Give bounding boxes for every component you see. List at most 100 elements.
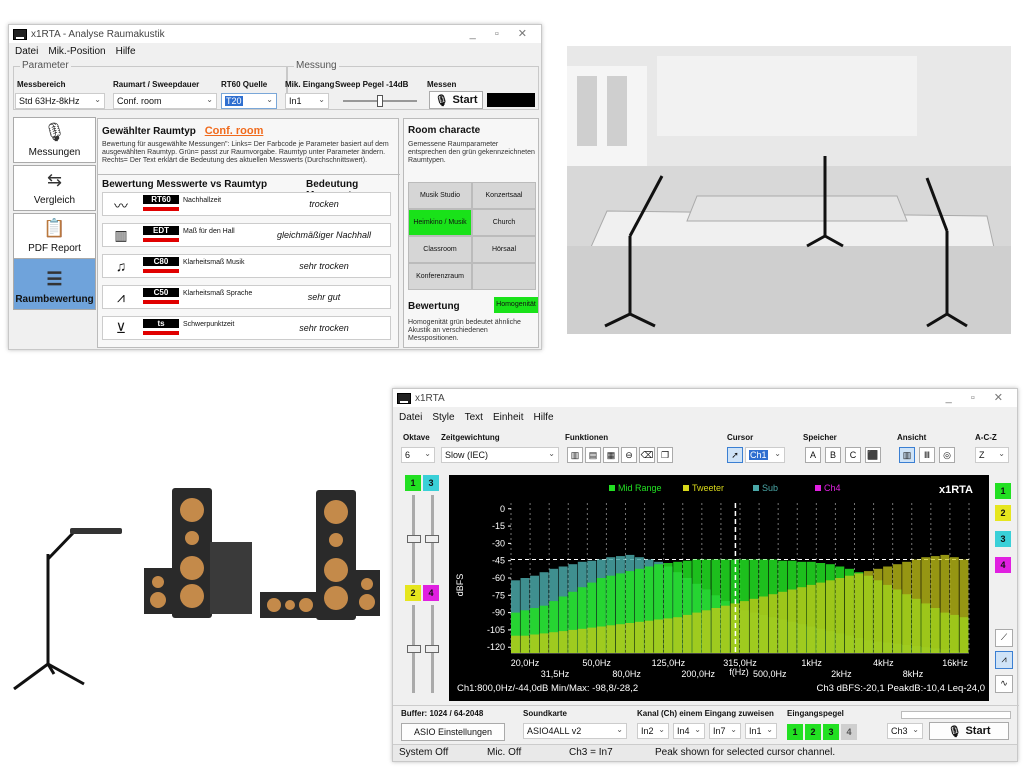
x-tick-label: 20,0Hz xyxy=(511,658,540,668)
impulse-icon[interactable]: ⩘ xyxy=(995,651,1013,669)
room-type-konferenzraum[interactable]: Konferenzraum xyxy=(408,263,472,290)
memory-c-button[interactable]: C xyxy=(845,447,861,463)
bar-tweeter xyxy=(539,633,549,653)
level-label: 3 xyxy=(828,727,834,737)
x-axis-label: f(Hz) xyxy=(729,667,749,677)
tab-pdf-report[interactable]: 📋 PDF Report xyxy=(13,213,96,259)
channel-2-toggle[interactable]: 2 xyxy=(995,505,1011,521)
channel-2-input-select[interactable]: In4 ⌄ xyxy=(673,723,705,739)
room-type-empty[interactable] xyxy=(472,263,536,290)
list-item-c80[interactable]: ♫ C80 Klarheitsmaß Musik sehr trocken xyxy=(102,254,391,278)
bars-compare-icon[interactable]: ▦ xyxy=(603,447,619,463)
channel-faders-top[interactable] xyxy=(407,495,441,583)
menu-text[interactable]: Text xyxy=(465,412,483,423)
channel-3-input-select[interactable]: In7 ⌄ xyxy=(709,723,741,739)
room-type-konzertsaal[interactable]: Konzertsaal xyxy=(472,182,536,209)
line-graph-icon[interactable]: ⟋ xyxy=(995,629,1013,647)
view-thin-bars-icon[interactable]: Ⅲ xyxy=(919,447,935,463)
window-title: x1RTA xyxy=(415,392,445,404)
tab-raumbewertung[interactable]: ☰ Raumbewertung xyxy=(13,258,96,310)
raumart-select[interactable]: Conf. room ⌄ xyxy=(113,93,217,109)
messbereich-select[interactable]: Std 63Hz-8kHz ⌄ xyxy=(15,93,105,109)
room-type-church[interactable]: Church xyxy=(472,209,536,236)
view-bars-icon[interactable]: ▥ xyxy=(899,447,915,463)
window-controls[interactable]: _ ▫ ✕ xyxy=(470,27,535,40)
asio-settings-button[interactable]: ASIO Einstellungen xyxy=(401,723,505,741)
copy-icon[interactable]: ❐ xyxy=(657,447,673,463)
status-bar-red xyxy=(143,238,179,242)
room-type-hoersaal[interactable]: Hörsaal xyxy=(472,236,536,263)
cursor-pointer-icon[interactable]: ➚ xyxy=(727,447,743,463)
delete-icon[interactable]: ⌫ xyxy=(639,447,655,463)
list-item-c50[interactable]: ⩘ C50 Klarheitsmaß Sprache sehr gut xyxy=(102,285,391,309)
bar-tweeter xyxy=(625,623,635,653)
memory-c-label: C xyxy=(849,450,857,460)
fader-thumb[interactable] xyxy=(425,535,439,543)
rt60-source-select[interactable]: T20 ⌄ xyxy=(221,93,277,109)
tab-messungen[interactable]: 🎙 Messungen xyxy=(13,117,96,163)
room-type-heimkino[interactable]: Heimkino / Musik xyxy=(408,209,472,236)
chevron-down-icon: ⌄ xyxy=(774,449,781,458)
bars-icon[interactable]: ▤ xyxy=(585,447,601,463)
menu-hilfe[interactable]: Hilfe xyxy=(116,46,136,57)
window-controls[interactable]: _ ▫ ✕ xyxy=(946,391,1011,404)
memory-export-icon[interactable]: ⬛ xyxy=(865,447,881,463)
channel-1-toggle[interactable]: 1 xyxy=(995,483,1011,499)
channel-2-badge[interactable]: 2 xyxy=(405,585,421,601)
list-item-ts[interactable]: ⊻ ts Schwerpunktzeit sehr trocken xyxy=(102,316,391,340)
menu-datei[interactable]: Datei xyxy=(399,412,422,423)
view-3d-icon[interactable]: ◎ xyxy=(939,447,955,463)
mic-input-select[interactable]: In1 ⌄ xyxy=(285,93,329,109)
asio-settings-label: ASIO Einstellungen xyxy=(413,727,493,737)
sine-wave-icon[interactable]: ∿ xyxy=(995,675,1013,693)
room-type-musik-studio[interactable]: Musik Studio xyxy=(408,182,472,209)
menu-datei[interactable]: Datei xyxy=(15,46,38,57)
slider-thumb[interactable] xyxy=(377,95,383,107)
start-button[interactable]: 🎙 Start xyxy=(929,722,1009,740)
menu-mik-position[interactable]: Mik.-Position xyxy=(48,46,105,57)
rta-chart[interactable]: x1RTA Mid Range Tweeter Sub Ch4 0 -15 -30 -45 -… xyxy=(449,475,989,701)
bar-tweeter xyxy=(587,627,597,653)
y-axis-label: dBFS xyxy=(455,574,465,597)
x-tick-label: 500,0Hz xyxy=(753,669,787,679)
channel-faders-bottom[interactable] xyxy=(407,605,441,693)
fader-thumb[interactable] xyxy=(407,645,421,653)
memory-b-button[interactable]: B xyxy=(825,447,841,463)
menu-hilfe[interactable]: Hilfe xyxy=(534,412,554,423)
weighting-select[interactable]: Z ⌄ xyxy=(975,447,1009,463)
menu-einheit[interactable]: Einheit xyxy=(493,412,524,423)
microphone-icon: 🎙 xyxy=(43,122,66,142)
room-type-classroom[interactable]: Classroom xyxy=(408,236,472,263)
channel-4-badge[interactable]: 4 xyxy=(423,585,439,601)
sweep-level-slider[interactable] xyxy=(343,95,417,107)
fader-thumb[interactable] xyxy=(407,535,421,543)
start-channel-select[interactable]: Ch3 ⌄ xyxy=(887,723,923,739)
oktave-select[interactable]: 6 ⌄ xyxy=(401,447,435,463)
divider xyxy=(98,174,400,175)
soundcard-select[interactable]: ASIO4ALL v2 ⌄ xyxy=(523,723,627,739)
channel-3-toggle[interactable]: 3 xyxy=(995,531,1011,547)
memory-a-button[interactable]: A xyxy=(805,447,821,463)
channel-1-badge[interactable]: 1 xyxy=(405,475,421,491)
start-measure-button[interactable]: 🎙 Start xyxy=(429,91,483,109)
messbereich-label: Messbereich xyxy=(17,80,66,89)
x-tick-label: 16kHz xyxy=(942,658,968,668)
channel-label: 4 xyxy=(1000,560,1006,570)
minus-circle-icon[interactable]: ⊖ xyxy=(621,447,637,463)
fader-thumb[interactable] xyxy=(425,645,439,653)
status-badge: Homogenität xyxy=(494,297,538,313)
channel-4-input-select[interactable]: In1 ⌄ xyxy=(745,723,777,739)
bar-tweeter xyxy=(511,635,520,653)
bar-chart-icon[interactable]: ▥ xyxy=(567,447,583,463)
tab-vergleich[interactable]: ⇆ Vergleich xyxy=(13,165,96,211)
channel-4-toggle[interactable]: 4 xyxy=(995,557,1011,573)
menu-style[interactable]: Style xyxy=(432,412,454,423)
channel-3-badge[interactable]: 3 xyxy=(423,475,439,491)
legend-label: Tweeter xyxy=(692,483,724,493)
cursor-channel-select[interactable]: Ch1 ⌄ xyxy=(745,447,785,463)
list-item-edt[interactable]: ▥ EDT Maß für den Hall gleichmäßiger Nac… xyxy=(102,223,391,247)
channel-1-input-select[interactable]: In2 ⌄ xyxy=(637,723,669,739)
legend-swatch xyxy=(753,485,759,491)
list-item-rt60[interactable]: 〰 RT60 Nachhallzeit trocken xyxy=(102,192,391,216)
zeit-select[interactable]: Slow (IEC) ⌄ xyxy=(441,447,559,463)
